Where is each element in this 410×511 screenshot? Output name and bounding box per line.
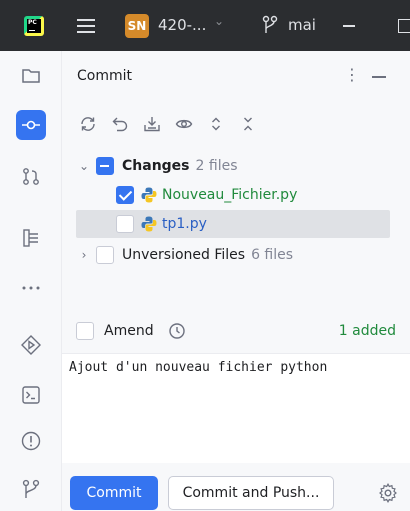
branch-name[interactable]: mai [288,16,316,34]
panel-title: Commit [77,68,132,84]
file-name-tp1: tp1.py [162,216,207,232]
structure-tool-button[interactable] [16,223,46,253]
commit-button[interactable]: Commit [70,476,158,510]
commit-panel: Commit ⋮ ⌄ Changes 2 files Nouveau_Fichi… [62,51,410,511]
rollback-icon [112,117,128,132]
maximize-icon[interactable] [398,19,410,33]
services-tool-button[interactable] [16,330,46,360]
folder-icon [22,69,40,83]
unversioned-group-count: 6 files [251,247,294,263]
changes-group-count: 2 files [195,158,238,174]
problems-icon [21,431,41,451]
amend-label[interactable]: Amend [104,323,154,339]
file-name-nouveau-fichier: Nouveau_Fichier.py [162,187,298,203]
unversioned-group-label: Unversioned Files [122,247,246,263]
python-file-icon [141,216,157,232]
file-checkbox-tp1[interactable] [116,215,134,233]
commit-icon [22,120,40,130]
unversioned-group-checkbox[interactable] [96,246,114,264]
amend-row: Amend 1 added [76,319,396,343]
project-badge[interactable]: SN [125,14,149,38]
run-services-icon [21,335,41,355]
amend-checkbox[interactable] [76,322,94,340]
terminal-tool-button[interactable] [16,380,46,410]
shelve-icon [144,117,160,132]
file-checkbox-nouveau-fichier[interactable] [116,186,134,204]
git-tool-button[interactable] [16,474,46,504]
pull-requests-tool-button[interactable] [16,161,46,191]
app-logo-text: PC [27,19,41,33]
chevron-right-icon[interactable]: › [76,248,92,262]
git-branch-icon[interactable] [262,14,278,36]
terminal-icon [22,386,40,404]
history-icon[interactable] [168,322,186,340]
hide-panel-icon[interactable] [372,76,386,78]
commit-message-field[interactable]: Ajout d'un nouveau fichier python [62,353,410,463]
unversioned-group-row[interactable]: › Unversioned Files 6 files [76,241,390,269]
show-diff-button[interactable] [173,113,195,135]
project-name[interactable]: 420-... [158,16,206,34]
show-diff-icon [175,119,193,129]
collapse-all-button[interactable] [237,113,259,135]
more-tool-windows-button[interactable] [16,273,46,303]
structure-icon [23,229,38,247]
options-menu-icon[interactable]: ⋮ [344,65,360,84]
commit-and-push-button[interactable]: Commit and Push... [168,476,334,510]
changes-group-label: Changes [122,158,190,174]
refresh-button[interactable] [77,113,99,135]
changes-group-checkbox[interactable] [96,157,114,175]
changes-group-row[interactable]: ⌄ Changes 2 files [76,152,390,180]
commit-message-text[interactable]: Ajout d'un nouveau fichier python [69,360,327,375]
shelve-button[interactable] [141,113,163,135]
problems-tool-button[interactable] [16,426,46,456]
changes-toolbar [77,113,259,137]
expand-all-icon [212,117,220,131]
git-icon [22,479,40,498]
chevron-down-icon[interactable]: ⌄ [76,159,92,173]
rollback-button[interactable] [109,113,131,135]
file-row-nouveau-fichier[interactable]: Nouveau_Fichier.py [76,181,390,209]
collapse-all-icon [244,117,252,131]
pycharm-logo-icon[interactable]: PC [24,16,44,36]
chevron-down-icon[interactable]: ⌄ [214,14,224,28]
refresh-icon [81,117,95,131]
hamburger-menu-icon[interactable] [75,15,97,37]
python-file-icon [141,187,157,203]
more-icon [22,286,40,290]
file-row-tp1[interactable]: tp1.py [76,210,390,238]
project-tool-button[interactable] [16,61,46,91]
expand-all-button[interactable] [205,113,227,135]
gear-icon[interactable] [378,483,398,503]
commit-tool-button[interactable] [16,110,46,140]
tool-window-strip [0,51,62,511]
pull-request-icon [23,168,39,185]
minimize-icon[interactable] [343,25,355,27]
changes-summary: 1 added [338,323,396,339]
title-bar: PC SN 420-... ⌄ mai [0,0,410,51]
